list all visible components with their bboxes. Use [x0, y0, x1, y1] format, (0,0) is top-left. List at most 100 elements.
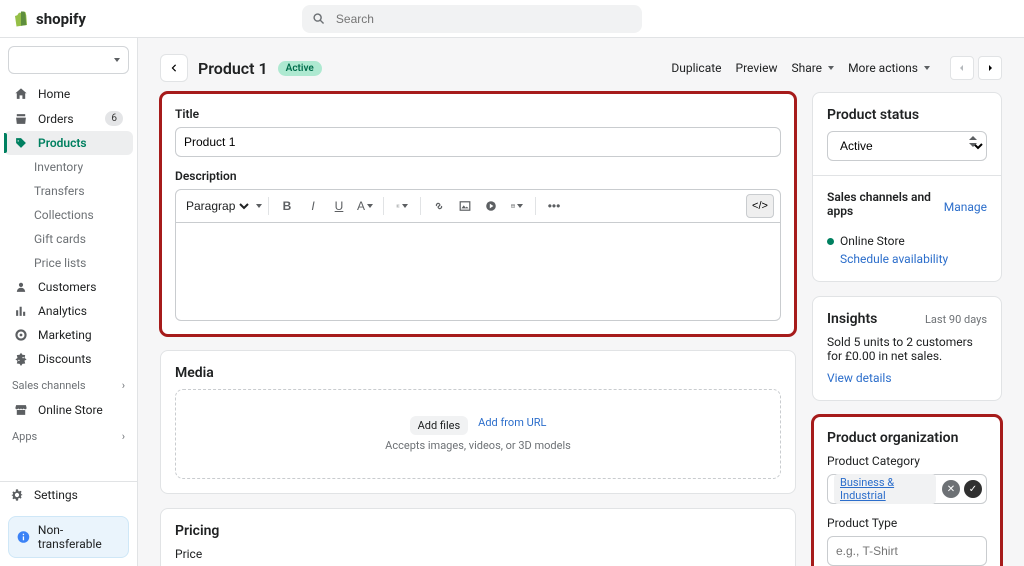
- title-description-card: Title Description Paragraph B I U: [160, 92, 796, 336]
- chevron-right-icon[interactable]: ›: [122, 379, 125, 392]
- channels-heading: Sales channels and apps: [827, 190, 944, 218]
- prev-product-button[interactable]: [950, 56, 974, 80]
- media-heading: Media: [175, 365, 781, 381]
- page-header: Product 1 Active Duplicate Preview Share…: [160, 48, 1002, 92]
- confirm-category-button[interactable]: ✓: [964, 480, 982, 498]
- chevron-down-icon: [367, 204, 373, 208]
- chevron-right-icon[interactable]: ›: [122, 430, 125, 443]
- search-input[interactable]: [334, 11, 632, 27]
- analytics-icon: [14, 304, 28, 318]
- description-editor[interactable]: [175, 223, 781, 321]
- rte-toolbar: Paragraph B I U A: [175, 189, 781, 223]
- chevron-down-icon: [256, 204, 262, 208]
- nav-price-lists[interactable]: Price lists: [4, 251, 133, 275]
- status-badge: Active: [278, 61, 322, 76]
- search-bar[interactable]: [302, 5, 642, 33]
- nav-label: Analytics: [38, 304, 87, 318]
- image-button[interactable]: [453, 194, 477, 218]
- status-select[interactable]: Active: [827, 131, 987, 161]
- product-organization-card: Product organization Product Category Bu…: [812, 415, 1002, 566]
- insights-view-details-link[interactable]: View details: [827, 371, 892, 385]
- next-product-button[interactable]: [978, 56, 1002, 80]
- category-input[interactable]: Business & Industrial ✕ ✓: [827, 474, 987, 504]
- media-dropzone[interactable]: Add files Add from URL Accepts images, v…: [175, 389, 781, 479]
- title-input[interactable]: [175, 127, 781, 157]
- nav-home[interactable]: Home: [4, 82, 133, 106]
- nav-gift-cards[interactable]: Gift cards: [4, 227, 133, 251]
- chevron-down-icon: [828, 66, 834, 70]
- main-content: Product 1 Active Duplicate Preview Share…: [138, 38, 1024, 566]
- back-button[interactable]: [160, 54, 188, 82]
- nav-label: Home: [38, 87, 70, 101]
- nav-label: Price lists: [34, 256, 86, 270]
- play-icon: [485, 200, 497, 212]
- nav-label: Products: [38, 136, 87, 150]
- price-label: Price: [175, 547, 781, 561]
- products-icon: [14, 136, 28, 150]
- product-type-input[interactable]: [827, 536, 987, 566]
- nav-label: Customers: [38, 280, 96, 294]
- settings-label: Settings: [34, 488, 78, 502]
- add-files-button[interactable]: Add files: [410, 416, 469, 435]
- store-picker[interactable]: [8, 46, 129, 74]
- status-dot-icon: [827, 238, 834, 245]
- nav-label: Collections: [34, 208, 94, 222]
- insights-heading: Insights: [827, 311, 877, 327]
- table-button[interactable]: [505, 194, 529, 218]
- organization-heading: Product organization: [827, 430, 987, 446]
- share-action[interactable]: Share: [791, 61, 834, 75]
- nav-collections[interactable]: Collections: [4, 203, 133, 227]
- media-hint: Accepts images, videos, or 3D models: [385, 439, 571, 452]
- brand-name: shopify: [36, 10, 86, 28]
- product-status-card: Product status Active Sales channels and…: [812, 92, 1002, 282]
- add-from-url-link[interactable]: Add from URL: [478, 416, 546, 435]
- shopify-logo[interactable]: shopify: [12, 10, 86, 28]
- clear-category-button[interactable]: ✕: [942, 480, 960, 498]
- italic-button[interactable]: I: [301, 194, 325, 218]
- manage-channels-link[interactable]: Manage: [944, 200, 987, 214]
- chevron-down-icon: [517, 204, 523, 208]
- nav-label: Discounts: [38, 352, 91, 366]
- align-icon: [396, 200, 400, 212]
- marketing-icon: [14, 328, 28, 342]
- nav-inventory[interactable]: Inventory: [4, 155, 133, 179]
- align-button[interactable]: [390, 194, 414, 218]
- video-button[interactable]: [479, 194, 503, 218]
- orders-icon: [14, 112, 28, 126]
- chevron-down-icon: [402, 204, 408, 208]
- link-button[interactable]: [427, 194, 451, 218]
- apps-heading: Apps ›: [0, 422, 137, 445]
- sidebar: Home Orders 6 Products Inventory Transfe…: [0, 38, 138, 566]
- nav-discounts[interactable]: Discounts: [4, 347, 133, 371]
- schedule-availability-link[interactable]: Schedule availability: [840, 252, 948, 266]
- html-view-button[interactable]: </>: [746, 194, 774, 218]
- nav-products[interactable]: Products: [4, 131, 133, 155]
- category-tag[interactable]: Business & Industrial: [834, 474, 936, 504]
- text-color-button[interactable]: A: [353, 194, 377, 218]
- nav-label: Transfers: [34, 184, 85, 198]
- more-actions[interactable]: More actions: [848, 61, 930, 75]
- nav-label: Inventory: [34, 160, 83, 174]
- nav-analytics[interactable]: Analytics: [4, 299, 133, 323]
- chevron-down-icon: [924, 66, 930, 70]
- nav-settings[interactable]: Settings: [0, 481, 137, 508]
- preview-action[interactable]: Preview: [736, 61, 778, 75]
- bag-icon: [12, 10, 30, 28]
- paragraph-select[interactable]: Paragraph: [182, 198, 252, 214]
- nav-orders[interactable]: Orders 6: [4, 106, 133, 131]
- nav-label: Orders: [38, 112, 74, 126]
- nav-transfers[interactable]: Transfers: [4, 179, 133, 203]
- more-formatting-button[interactable]: •••: [542, 194, 566, 218]
- link-icon: [433, 200, 445, 212]
- sales-channels-heading: Sales channels ›: [0, 371, 137, 394]
- bold-button[interactable]: B: [275, 194, 299, 218]
- nav-customers[interactable]: Customers: [4, 275, 133, 299]
- nav-marketing[interactable]: Marketing: [4, 323, 133, 347]
- nav-online-store[interactable]: Online Store: [4, 398, 133, 422]
- duplicate-action[interactable]: Duplicate: [671, 61, 721, 75]
- search-icon: [312, 12, 326, 26]
- info-icon: [17, 530, 30, 544]
- customers-icon: [14, 280, 28, 294]
- underline-button[interactable]: U: [327, 194, 351, 218]
- nav-label: Gift cards: [34, 232, 86, 246]
